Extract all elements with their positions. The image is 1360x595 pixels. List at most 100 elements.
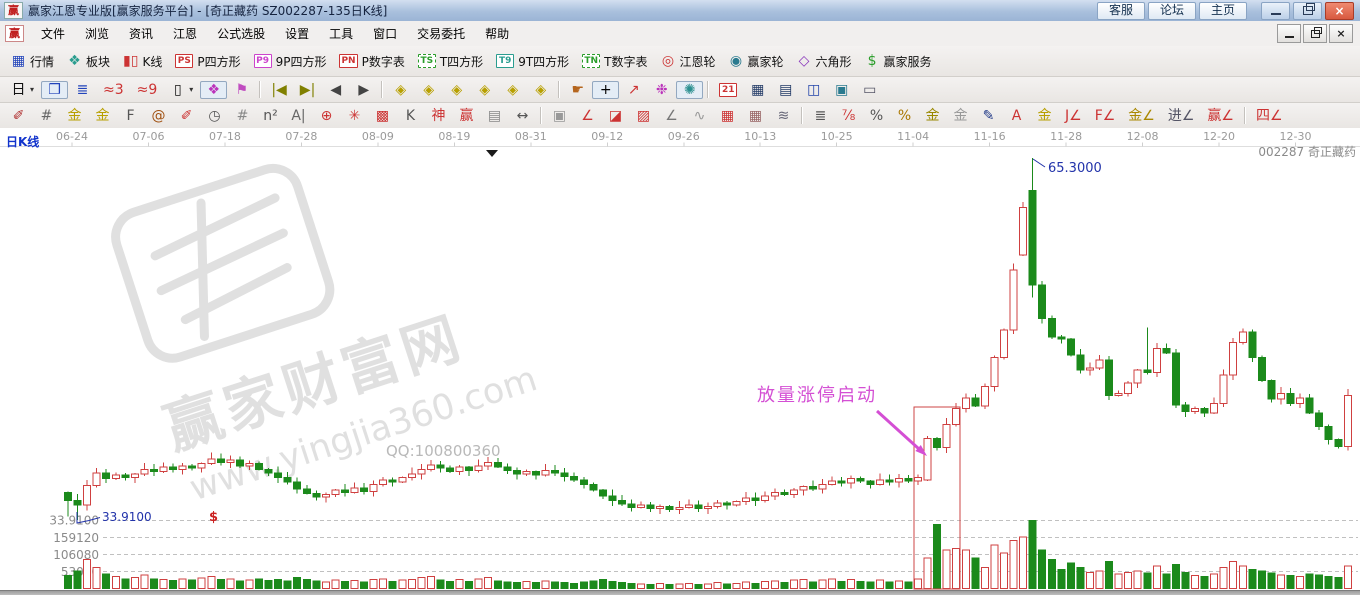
percent-lines-button[interactable]: % [891, 107, 918, 125]
wave-a-button[interactable]: A [1003, 107, 1030, 125]
menu-formula-select[interactable]: 公式选股 [207, 22, 275, 45]
angle-fan-button[interactable]: ∠ [658, 107, 685, 125]
crosshair-button[interactable]: + [592, 81, 619, 99]
candle-style-dropdown-button[interactable]: ▯▾ [164, 81, 199, 99]
red-pen-button[interactable]: ✐ [173, 107, 200, 125]
shen-grid-button[interactable]: 神 [425, 107, 452, 125]
network-button[interactable]: ▣ [828, 81, 855, 99]
hatch-lines-button[interactable]: ≋ [770, 107, 797, 125]
zigzag-button[interactable]: ∿ [686, 107, 713, 125]
hexagon-button[interactable]: ◇六角形 [791, 51, 858, 72]
diamond-right-button[interactable]: ◈ [415, 81, 442, 99]
info-note-button[interactable]: ≣ [69, 81, 96, 99]
minimize-button[interactable] [1261, 2, 1290, 20]
notepad-button[interactable]: ▤ [772, 81, 799, 99]
angle-si-button[interactable]: 四∠ [1250, 107, 1289, 125]
pattern-tool-button[interactable]: ❖ [200, 81, 227, 99]
menu-news[interactable]: 资讯 [119, 22, 163, 45]
zoom-region-button[interactable]: ❒ [41, 81, 68, 99]
menu-gann[interactable]: 江恩 [163, 22, 207, 45]
last-page-button[interactable]: ▶| [294, 81, 321, 99]
winner-service-button[interactable]: $赢家服务 [859, 51, 938, 72]
next-page-button[interactable]: ▶ [350, 81, 377, 99]
menu-window[interactable]: 窗口 [363, 22, 407, 45]
kline-chart-area[interactable]: 日K线 06-2407-0607-1807-2808-0908-1908-310… [0, 128, 1360, 590]
red-grid-b-button[interactable]: ▦ [742, 107, 769, 125]
gold-circle-button[interactable]: 金 [919, 107, 946, 125]
home-button[interactable]: 主页 [1199, 2, 1247, 20]
trendline-r-button[interactable]: ↗ [620, 81, 647, 99]
angle-jin-button[interactable]: 进∠ [1162, 107, 1201, 125]
p-square-button[interactable]: PSP四方形 [169, 51, 246, 72]
rail-grid-button[interactable]: # [33, 107, 60, 125]
gann-tool-button[interactable]: ❉ [648, 81, 675, 99]
ruler-button[interactable]: ▤ [481, 107, 508, 125]
save-button[interactable]: ◫ [800, 81, 827, 99]
menu-help[interactable]: 帮助 [475, 22, 519, 45]
fan-rays-button[interactable]: ∠ [574, 107, 601, 125]
time-cycle-button[interactable]: ◷ [201, 107, 228, 125]
dense-grid-button[interactable]: # [229, 107, 256, 125]
k-vertical-button[interactable]: K [397, 107, 424, 125]
9t-square-button[interactable]: T99T四方形 [490, 51, 575, 72]
angle-ying-button[interactable]: 赢∠ [1201, 107, 1240, 125]
filled-fan-button[interactable]: ◪ [602, 107, 629, 125]
gold-mini-button[interactable]: 金 [1031, 107, 1058, 125]
ying-grid-button[interactable]: 赢 [453, 107, 480, 125]
calculator-button[interactable]: ▦ [744, 81, 771, 99]
hand-pan-button[interactable]: ☛ [564, 81, 591, 99]
diamond-left-button[interactable]: ◈ [387, 81, 414, 99]
period-day-dropdown-button[interactable]: 日▾ [5, 81, 40, 99]
pen-tool-button[interactable]: ✐ [5, 107, 32, 125]
wave-3-button[interactable]: ≈3 [97, 81, 130, 99]
gold-section-b-button[interactable]: 金 [89, 107, 116, 125]
wave-9-button[interactable]: ≈9 [131, 81, 164, 99]
calendar-button[interactable]: 21 [713, 81, 743, 99]
percent-retrace-button[interactable]: ⅞ [835, 107, 862, 125]
ink-pen-button[interactable]: ✎ [975, 107, 1002, 125]
percent-button[interactable]: % [863, 107, 890, 125]
menu-trade-order[interactable]: 交易委托 [407, 22, 475, 45]
mdi-minimize-button[interactable] [1277, 24, 1301, 43]
close-button[interactable]: × [1325, 2, 1354, 20]
diamond-expand-button[interactable]: ◈ [499, 81, 526, 99]
first-page-button[interactable]: |◀ [265, 81, 292, 99]
print-button[interactable]: ▭ [856, 81, 883, 99]
sectors-button[interactable]: ❖板块 [61, 51, 116, 72]
color-volume-button[interactable]: ⚑ [228, 81, 255, 99]
diamond-vertical-button[interactable]: ◈ [471, 81, 498, 99]
mdi-close-button[interactable]: × [1329, 24, 1353, 43]
angle-j-button[interactable]: J∠ [1059, 107, 1088, 125]
mdi-restore-button[interactable] [1303, 24, 1327, 43]
red-grid-a-button[interactable]: ▦ [714, 107, 741, 125]
text-note-button[interactable]: A| [285, 107, 312, 125]
angle-f-button[interactable]: F∠ [1089, 107, 1122, 125]
9p-square-button[interactable]: P99P四方形 [248, 51, 333, 72]
fractal-tool-button[interactable]: ✺ [676, 81, 703, 99]
gann-wheel-button[interactable]: ◎江恩轮 [655, 51, 722, 72]
menu-file[interactable]: 文件 [31, 22, 75, 45]
p-number-table-button[interactable]: PNP数字表 [333, 51, 410, 72]
menu-tools[interactable]: 工具 [319, 22, 363, 45]
market-quotes-button[interactable]: ▦行情 [5, 51, 60, 72]
hatch-box-button[interactable]: ▨ [630, 107, 657, 125]
winner-wheel-button[interactable]: ◉赢家轮 [723, 51, 790, 72]
gold-band-button[interactable]: 金 [947, 107, 974, 125]
diamond-all-button[interactable]: ◈ [527, 81, 554, 99]
gold-section-a-button[interactable]: 金 [61, 107, 88, 125]
shade-box-button[interactable]: ▩ [369, 107, 396, 125]
h-measure-button[interactable]: ↔ [509, 107, 536, 125]
diamond-horizontal-button[interactable]: ◈ [443, 81, 470, 99]
scale-axis-button[interactable]: ≣ [807, 107, 834, 125]
anchor-box-button[interactable]: ▣ [546, 107, 573, 125]
t-number-table-button[interactable]: TNT数字表 [576, 51, 653, 72]
angle-gold-button[interactable]: 金∠ [1122, 107, 1161, 125]
menu-browse[interactable]: 浏览 [75, 22, 119, 45]
prev-page-button[interactable]: ◀ [322, 81, 349, 99]
kline-button[interactable]: ▮▯K线 [117, 51, 168, 72]
n-square-button[interactable]: n² [257, 107, 284, 125]
spiral-tool-button[interactable]: @ [145, 107, 172, 125]
support-button[interactable]: 客服 [1097, 2, 1145, 20]
fib-tool-button[interactable]: F [117, 107, 144, 125]
restore-button[interactable] [1293, 2, 1322, 20]
